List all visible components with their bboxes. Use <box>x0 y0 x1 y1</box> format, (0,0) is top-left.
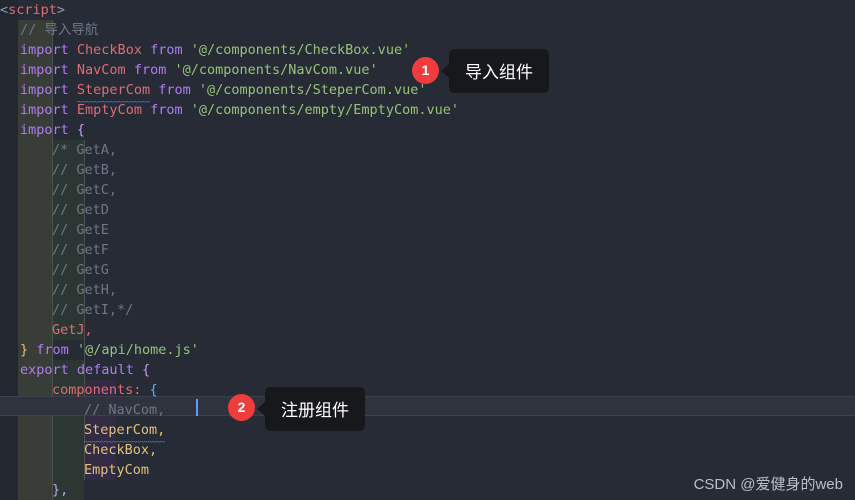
brace-open-components: { <box>149 382 158 398</box>
code-line-23[interactable]: CheckBox, <box>0 440 157 460</box>
annotation-callout-1[interactable]: 导入组件 <box>441 49 549 93</box>
code-line-18[interactable]: } from '@/api/home.js' <box>0 340 199 360</box>
keyword-from: from <box>133 62 167 78</box>
code-line-8[interactable]: /* GetA, <box>0 140 117 160</box>
code-line-19[interactable]: export default { <box>0 360 150 380</box>
keyword-import: import <box>20 42 69 58</box>
code-line-9[interactable]: // GetB, <box>0 160 117 180</box>
keyword-import: import <box>20 122 69 138</box>
code-line-2[interactable]: // 导入导航 <box>0 20 98 40</box>
code-line-17[interactable]: GetJ, <box>0 320 93 340</box>
code-line-13[interactable]: // GetF <box>0 240 109 260</box>
watermark: CSDN @爱健身的web <box>693 476 843 493</box>
code-line-24[interactable]: EmptyCom <box>0 460 149 480</box>
string-path-stepercom-text: '@/components/SteperCom.vue' <box>198 82 427 98</box>
code-line-10[interactable]: // GetC, <box>0 180 117 200</box>
keyword-import: import <box>20 82 69 98</box>
script-tag-gt: > <box>56 2 66 18</box>
code-line-5[interactable]: import SteperCom from '@/components/Step… <box>0 80 427 103</box>
code-line-20[interactable]: components: { <box>0 380 158 400</box>
code-line-6[interactable]: import EmptyCom from '@/components/empty… <box>0 100 459 120</box>
keyword-from: from <box>150 102 183 118</box>
text-caret <box>196 399 198 416</box>
comment-getg: // GetG <box>52 262 109 278</box>
keyword-from: from <box>36 342 69 358</box>
code-line-15[interactable]: // GetH, <box>0 280 117 300</box>
identifier-getj: GetJ, <box>52 322 93 338</box>
code-line-16[interactable]: // GetI,*/ <box>0 300 133 320</box>
keyword-import: import <box>20 102 69 118</box>
annotation-badge-1[interactable]: 1 <box>412 57 439 84</box>
identifier-checkbox: CheckBox <box>76 42 142 58</box>
annotation-callout-2[interactable]: 注册组件 <box>257 387 365 431</box>
comment-getc: // GetC, <box>52 182 118 198</box>
identifier-navcom: NavCom <box>76 62 126 78</box>
code-editor[interactable]: <script> // 导入导航 import CheckBox from '@… <box>0 0 855 500</box>
keyword-import: import <box>20 62 69 78</box>
code-line-4[interactable]: import NavCom from '@/components/NavCom.… <box>0 60 378 80</box>
code-line-22[interactable]: SteperCom, <box>0 420 166 443</box>
code-line-25[interactable]: }, <box>0 480 68 500</box>
code-line-7[interactable]: import { <box>0 120 85 140</box>
property-components: components: <box>52 382 142 398</box>
brace-open-import: { <box>76 122 86 138</box>
identifier-emptycom: EmptyCom <box>76 102 142 118</box>
annotation-badge-2[interactable]: 2 <box>228 394 255 421</box>
code-line-21[interactable]: // NavCom, <box>0 400 165 420</box>
keyword-default: default <box>76 362 134 378</box>
code-line-12[interactable]: // GetE <box>0 220 109 240</box>
brace-close-import: } <box>20 342 29 358</box>
script-tag-name: script <box>8 2 57 18</box>
keyword-from: from <box>150 42 183 58</box>
code-line-11[interactable]: // GetD <box>0 200 109 220</box>
comment-gete: // GetE <box>52 222 109 238</box>
code-line-3[interactable]: import CheckBox from '@/components/Check… <box>0 40 410 60</box>
value-stepercom: SteperCom, <box>84 422 166 443</box>
code-line-14[interactable]: // GetG <box>0 260 109 280</box>
string-path-homejs: '@/api/home.js' <box>76 342 199 358</box>
brace-close-components: }, <box>52 482 69 498</box>
brace-open-export: { <box>141 362 151 378</box>
string-path-navcom: '@/components/NavCom.vue' <box>174 62 378 78</box>
keyword-from: from <box>158 82 191 98</box>
identifier-stepercom: SteperCom <box>76 82 151 103</box>
string-path-checkbox: '@/components/CheckBox.vue' <box>190 42 411 58</box>
script-tag-lt: < <box>0 2 9 18</box>
string-path-stepercom: '@/components/SteperCom.vue' <box>199 82 427 98</box>
comment-getd: // GetD <box>52 202 109 218</box>
comment-getf: // GetF <box>52 242 109 258</box>
comment-import-nav: // 导入导航 <box>20 22 99 38</box>
code-line-1[interactable]: <script> <box>0 0 65 20</box>
comment-geti: // GetI,*/ <box>52 302 134 318</box>
string-path-emptycom: '@/components/empty/EmptyCom.vue' <box>190 102 459 118</box>
comment-geth: // GetH, <box>52 282 118 298</box>
value-checkbox: CheckBox, <box>84 442 158 458</box>
value-emptycom: EmptyCom <box>84 462 150 478</box>
comment-navcom: // NavCom, <box>84 402 166 418</box>
comment-getb: // GetB, <box>52 162 118 178</box>
comment-geta: /* GetA, <box>52 142 118 158</box>
keyword-export: export <box>20 362 69 378</box>
